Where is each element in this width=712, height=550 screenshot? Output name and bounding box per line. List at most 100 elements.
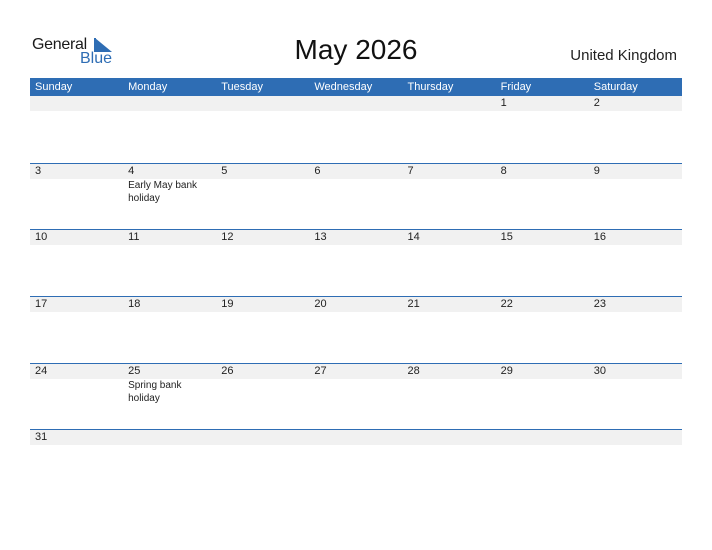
day-cell: 2 bbox=[589, 96, 682, 163]
day-cell: 20 bbox=[309, 297, 402, 363]
calendar-week: 17 18 19 20 21 22 23 bbox=[30, 296, 682, 363]
day-number: 17 bbox=[35, 298, 48, 311]
day-number: 27 bbox=[314, 364, 327, 377]
day-cell: 28 bbox=[403, 364, 496, 430]
day-cell: 23 bbox=[589, 297, 682, 363]
day-number: 18 bbox=[128, 298, 141, 311]
day-number bbox=[314, 430, 402, 445]
day-number: 10 bbox=[35, 231, 48, 244]
week-cells: 17 18 19 20 21 22 23 bbox=[30, 297, 682, 363]
day-cell bbox=[309, 96, 402, 163]
day-cell: 17 bbox=[30, 297, 123, 363]
day-number: 19 bbox=[221, 298, 234, 311]
day-cell: 9 bbox=[589, 164, 682, 230]
weekday-sunday: Sunday bbox=[35, 81, 73, 93]
day-number bbox=[314, 96, 402, 111]
day-cell: 3 bbox=[30, 164, 123, 230]
day-cell: 11 bbox=[123, 230, 216, 296]
day-number: 28 bbox=[407, 364, 420, 377]
weekday-header: Sunday Monday Tuesday Wednesday Thursday… bbox=[30, 78, 682, 96]
day-cell: 25 Spring bank holiday bbox=[123, 364, 216, 430]
day-number: 1 bbox=[500, 97, 507, 109]
day-number: 30 bbox=[593, 364, 606, 377]
day-cell: 10 bbox=[30, 230, 123, 296]
weekday-tuesday: Tuesday bbox=[221, 81, 264, 93]
day-cell: 7 bbox=[403, 164, 496, 230]
calendar-week: 3 4 Early May bank holiday 5 6 7 8 9 bbox=[30, 162, 682, 230]
day-number: 9 bbox=[593, 164, 600, 177]
day-cell: 30 bbox=[589, 364, 682, 430]
day-number: 8 bbox=[500, 164, 507, 177]
day-cell bbox=[30, 96, 123, 163]
day-number: 20 bbox=[314, 298, 327, 311]
week-cells: 10 11 12 13 14 15 16 bbox=[30, 230, 682, 296]
day-number: 7 bbox=[407, 164, 414, 177]
day-cell bbox=[309, 430, 402, 496]
day-number: 26 bbox=[221, 364, 234, 377]
calendar-week: 10 11 12 13 14 15 16 bbox=[30, 229, 682, 296]
day-number: 16 bbox=[593, 231, 606, 244]
calendar-grid: 1 2 3 4 Early May bank holiday 5 6 7 8 9 10 11 12 13 1… bbox=[30, 96, 682, 496]
day-number: 3 bbox=[35, 164, 42, 177]
day-number bbox=[128, 430, 216, 445]
day-number: 21 bbox=[407, 298, 420, 311]
holiday-label: Spring bank holiday bbox=[128, 379, 182, 404]
day-number: 4 bbox=[128, 164, 135, 177]
day-cell bbox=[403, 430, 496, 496]
day-cell: 18 bbox=[123, 297, 216, 363]
day-cell: 21 bbox=[403, 297, 496, 363]
day-cell bbox=[216, 96, 309, 163]
day-number bbox=[221, 96, 309, 111]
day-number: 11 bbox=[128, 231, 140, 244]
day-number bbox=[35, 96, 123, 111]
day-cell: 15 bbox=[496, 230, 589, 296]
day-number bbox=[128, 96, 216, 111]
day-cell: 1 bbox=[496, 96, 589, 163]
country-label: United Kingdom bbox=[570, 47, 677, 64]
day-number: 13 bbox=[314, 231, 327, 244]
day-cell bbox=[403, 96, 496, 163]
weekday-saturday: Saturday bbox=[593, 81, 638, 93]
day-number bbox=[594, 430, 682, 445]
calendar-week: 31 bbox=[30, 429, 682, 496]
day-cell: 31 bbox=[30, 430, 123, 496]
week-cells: 3 4 Early May bank holiday 5 6 7 8 9 bbox=[30, 164, 682, 230]
day-cell bbox=[216, 430, 309, 496]
day-number: 22 bbox=[500, 298, 513, 311]
day-number: 29 bbox=[500, 364, 513, 377]
day-cell: 22 bbox=[496, 297, 589, 363]
day-number: 2 bbox=[593, 97, 600, 109]
weekday-thursday: Thursday bbox=[407, 81, 454, 93]
day-cell bbox=[589, 430, 682, 496]
day-number: 15 bbox=[500, 231, 513, 244]
day-cell: 4 Early May bank holiday bbox=[123, 164, 216, 230]
day-number: 5 bbox=[221, 164, 228, 177]
week-cells: 31 bbox=[30, 430, 682, 496]
day-cell bbox=[123, 96, 216, 163]
calendar-week: 24 25 Spring bank holiday 26 27 28 29 30 bbox=[30, 362, 682, 430]
week-cells: 12 bbox=[30, 96, 682, 163]
day-cell: 19 bbox=[216, 297, 309, 363]
day-number: 25 bbox=[128, 364, 141, 377]
day-number: 23 bbox=[593, 298, 606, 311]
holiday-label: Early May bank holiday bbox=[128, 179, 198, 204]
day-cell: 6 bbox=[309, 164, 402, 230]
weekday-monday: Monday bbox=[128, 81, 168, 93]
day-cell: 26 bbox=[216, 364, 309, 430]
day-number: 14 bbox=[407, 231, 420, 244]
day-number bbox=[501, 430, 589, 445]
day-cell bbox=[123, 430, 216, 496]
day-number bbox=[408, 96, 496, 111]
weekday-wednesday: Wednesday bbox=[314, 81, 373, 93]
day-number: 31 bbox=[35, 431, 48, 444]
day-number bbox=[408, 430, 496, 445]
day-number: 12 bbox=[221, 231, 234, 244]
day-cell: 12 bbox=[216, 230, 309, 296]
day-cell bbox=[496, 430, 589, 496]
day-number: 6 bbox=[314, 164, 321, 177]
day-cell: 14 bbox=[403, 230, 496, 296]
day-cell: 13 bbox=[309, 230, 402, 296]
day-number bbox=[221, 430, 309, 445]
calendar-week: 12 bbox=[30, 96, 682, 163]
weekday-friday: Friday bbox=[500, 81, 532, 93]
